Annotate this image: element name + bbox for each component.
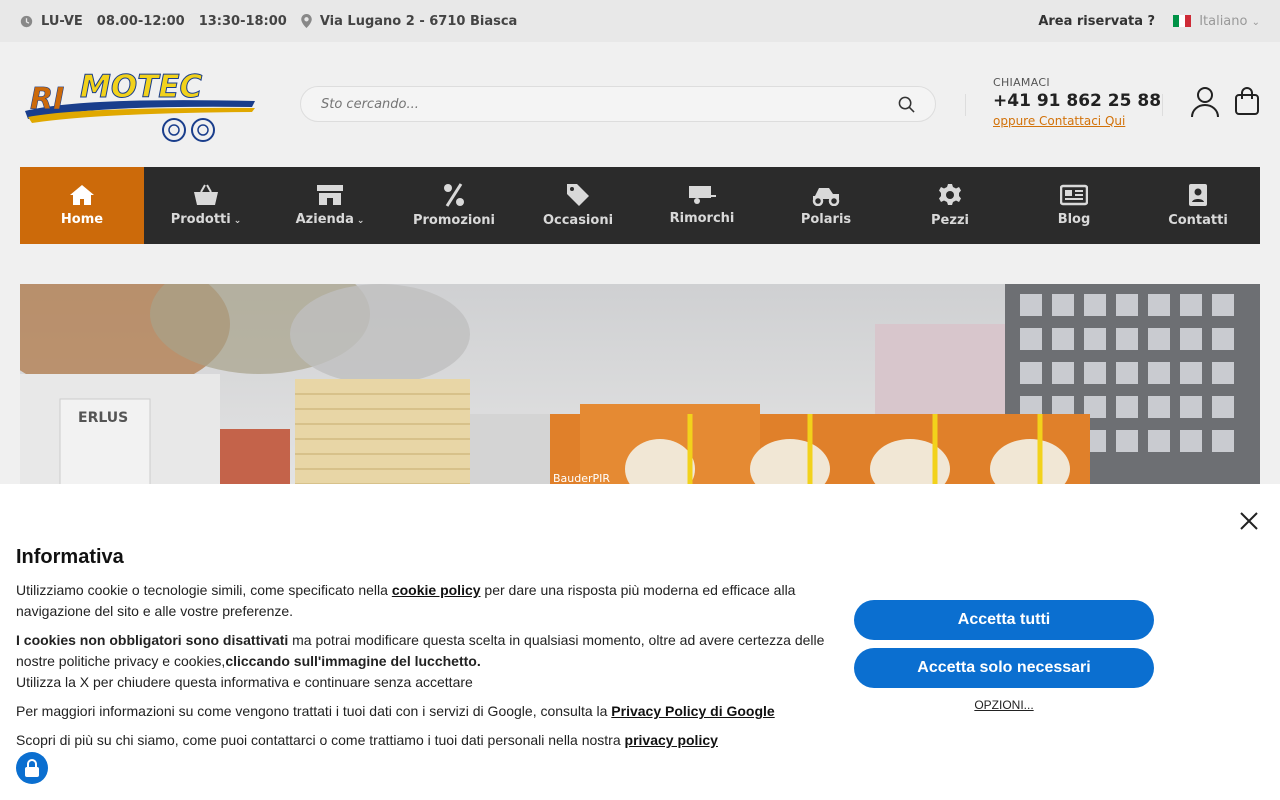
nav-label-wrap: Azienda ⌄ — [296, 212, 365, 227]
phone-number[interactable]: +41 91 862 25 88 — [993, 91, 1161, 111]
chevron-down-icon: ⌄ — [1251, 16, 1260, 28]
nav-item-home[interactable]: Home — [20, 167, 144, 244]
address: Via Lugano 2 - 6710 Biasca — [319, 13, 518, 29]
contact-us-link[interactable]: oppure Contattaci Qui — [993, 114, 1161, 128]
nav-label: Rimorchi — [669, 211, 735, 226]
chevron-down-icon: ⌄ — [233, 216, 242, 226]
svg-text:RI: RI — [30, 82, 64, 117]
call-label: CHIAMACI — [993, 76, 1050, 89]
rimotec-logo[interactable]: RI MOTEC — [20, 67, 260, 142]
basket-icon — [194, 184, 218, 205]
text-part: I cookies non obbligatori sono disattiva… — [16, 632, 289, 648]
nav-label: Azienda — [295, 212, 354, 227]
nav-item-products[interactable]: Prodotti ⌄ — [144, 167, 268, 244]
cookie-title: Informativa — [16, 546, 124, 568]
italy-flag-icon — [1173, 15, 1192, 27]
gear-icon — [939, 184, 961, 205]
hours-morning: 08.00-12:00 — [96, 13, 185, 29]
search-icon[interactable] — [898, 96, 915, 113]
text-part: Utilizziamo cookie o tecnologie simili, … — [16, 582, 392, 598]
cookie-settings-lock[interactable] — [16, 752, 48, 784]
shopping-bag-icon[interactable] — [1234, 86, 1260, 116]
nav-item-trailers[interactable]: Rimorchi — [640, 167, 764, 244]
tag-icon — [567, 184, 589, 206]
chevron-down-icon: ⌄ — [356, 216, 365, 226]
hours-afternoon: 13:30-18:00 — [198, 13, 287, 29]
search-input[interactable] — [321, 96, 898, 112]
nav-label: Promozioni — [412, 213, 495, 228]
store-icon — [317, 185, 343, 205]
nav-label-wrap: Prodotti ⌄ — [171, 212, 242, 227]
trailer-icon — [689, 186, 716, 204]
close-icon[interactable] — [1238, 510, 1260, 532]
privacy-policy-link[interactable]: privacy policy — [625, 732, 718, 748]
divider — [1162, 94, 1163, 116]
language-label: Italiano — [1199, 13, 1248, 29]
nav-label: Occasioni — [542, 213, 614, 228]
cookie-paragraph-1: Utilizziamo cookie o tecnologie simili, … — [16, 580, 836, 622]
nav-item-company[interactable]: Azienda ⌄ — [268, 167, 392, 244]
contact-book-icon — [1189, 184, 1207, 206]
accept-all-button[interactable]: Accetta tutti — [854, 600, 1154, 640]
nav-item-parts[interactable]: Pezzi — [888, 167, 1012, 244]
cookie-paragraph-close: Utilizza la X per chiudere questa inform… — [16, 674, 473, 690]
cookie-banner: Informativa Utilizziamo cookie o tecnolo… — [0, 484, 1280, 800]
nav-label: Home — [60, 212, 104, 227]
reserved-area-link[interactable]: Area riservata ? — [1038, 14, 1155, 29]
vehicle-icon — [812, 188, 840, 206]
nav-label: Prodotti — [170, 212, 231, 227]
nav-item-contacts[interactable]: Contatti — [1136, 167, 1260, 244]
text-part: cliccando sull'immagine del lucchetto. — [225, 653, 481, 669]
clock-icon — [20, 15, 33, 27]
contact-block: CHIAMACI +41 91 862 25 88 oppure Contatt… — [993, 76, 1161, 128]
percent-icon — [444, 183, 464, 207]
divider — [965, 94, 966, 116]
location-pin-icon — [301, 14, 312, 28]
home-icon — [70, 185, 94, 205]
language-selector[interactable]: Italiano ⌄ — [1173, 14, 1260, 29]
cookie-text: Utilizziamo cookie o tecnologie simili, … — [16, 580, 836, 759]
text-part: Scopri di più su chi siamo, come puoi co… — [16, 732, 625, 748]
nav-label: Blog — [1057, 212, 1091, 227]
nav-label: Pezzi — [931, 213, 969, 228]
opening-days: LU-VE — [41, 13, 83, 29]
text-part: Per maggiori informazioni su come vengon… — [16, 703, 612, 719]
nav-label: Contatti — [1168, 213, 1228, 228]
main-navigation: Home Prodotti ⌄ Azienda ⌄ Promozioni Occas… — [20, 167, 1260, 244]
cookie-policy-link[interactable]: cookie policy — [392, 582, 481, 598]
pallet-label: ERLUS — [78, 410, 128, 426]
newspaper-icon — [1060, 184, 1088, 206]
lock-icon — [25, 759, 39, 777]
google-privacy-link[interactable]: Privacy Policy di Google — [611, 703, 774, 719]
hero-banner-image: ERLUS BauderPIR — [20, 284, 1260, 494]
nav-item-blog[interactable]: Blog — [1012, 167, 1136, 244]
top-bar: LU-VE 08.00-12:00 13:30-18:00 Via Lugano… — [0, 0, 1280, 42]
nav-item-occasions[interactable]: Occasioni — [516, 167, 640, 244]
cookie-paragraph-3: Per maggiori informazioni su come vengon… — [16, 701, 836, 722]
svg-text:MOTEC: MOTEC — [80, 69, 203, 105]
search-bar — [300, 86, 936, 122]
nav-item-polaris[interactable]: Polaris — [764, 167, 888, 244]
user-account-icon[interactable] — [1190, 86, 1220, 118]
accept-necessary-button[interactable]: Accetta solo necessari — [854, 648, 1154, 688]
options-link[interactable]: OPZIONI... — [854, 698, 1154, 712]
nav-item-promotions[interactable]: Promozioni — [392, 167, 516, 244]
header: RI MOTEC CHIAMACI +41 91 862 25 88 oppur… — [0, 42, 1280, 167]
nav-label: Polaris — [800, 212, 852, 227]
cookie-paragraph-2: I cookies non obbligatori sono disattiva… — [16, 630, 836, 672]
cookie-paragraph-4: Scopri di più su chi siamo, come puoi co… — [16, 730, 836, 751]
